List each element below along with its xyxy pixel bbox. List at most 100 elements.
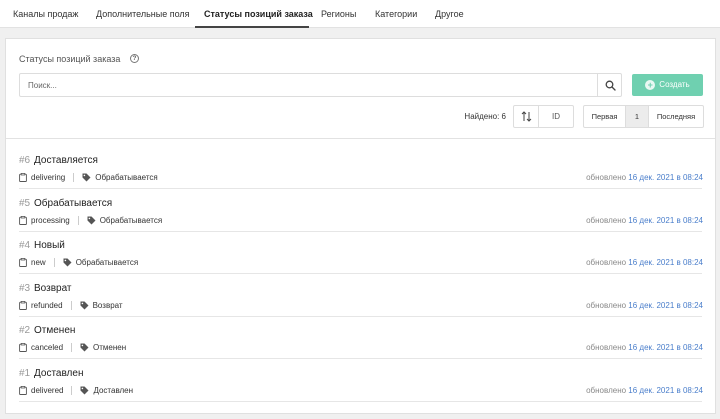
create-button-label: Создать (659, 80, 690, 89)
status-id: #3 (19, 282, 31, 294)
status-id: #5 (19, 197, 31, 209)
status-id: #2 (19, 325, 31, 336)
tab-regions[interactable]: Регионы (321, 0, 356, 28)
status-group: Возврат (92, 300, 123, 310)
meta-separator (77, 215, 79, 225)
plus-circle-icon: + (645, 80, 656, 90)
tag-icon (80, 343, 89, 352)
meta-separator (53, 258, 55, 267)
found-count: Найдено: 6 (464, 112, 506, 121)
status-row[interactable]: #3 Возврат refunded Возврат обновлено 16 дек… (6, 275, 715, 317)
meta-separator (70, 300, 72, 310)
question-circle-icon[interactable]: ? (130, 54, 139, 63)
status-row[interactable]: #1 Доставлен delivered Доставлен обновлено 1… (6, 360, 715, 402)
tab-additional-fields[interactable]: Дополнительные поля (96, 0, 190, 28)
status-name[interactable]: Новый (34, 240, 65, 251)
status-updated: обновлено 16 дек. 2021 в 08:24 (586, 258, 703, 267)
page-first-button[interactable]: Первая (584, 106, 626, 127)
meta-separator (71, 385, 73, 395)
status-meta: new Обрабатывается (19, 258, 138, 267)
clipboard-icon (19, 173, 27, 182)
updated-date: 16 дек. 2021 в 08:24 (628, 300, 703, 310)
status-row[interactable]: #6 Доставляется delivering Обрабатывается об… (6, 147, 715, 189)
status-id: #6 (19, 155, 31, 166)
sort-field-select[interactable]: ID (539, 106, 573, 127)
updated-date: 16 дек. 2021 в 08:24 (628, 258, 703, 267)
updated-prefix: обновлено (586, 300, 627, 310)
status-name[interactable]: Отменен (34, 325, 75, 336)
status-meta: refunded Возврат (19, 300, 123, 310)
updated-prefix: обновлено (586, 215, 627, 225)
status-updated: обновлено 16 дек. 2021 в 08:24 (586, 386, 703, 395)
status-code: canceled (31, 343, 64, 352)
search-button[interactable] (597, 73, 622, 97)
clipboard-icon (19, 300, 27, 310)
status-group: Отменен (93, 343, 127, 352)
tag-icon (82, 173, 91, 182)
page-last-button[interactable]: Последняя (649, 106, 703, 127)
page-current[interactable]: 1 (626, 106, 649, 127)
status-row[interactable]: #5 Обрабатывается processing Обрабатывается… (6, 190, 715, 232)
status-updated: обновлено 16 дек. 2021 в 08:24 (586, 216, 703, 225)
row-separator (19, 400, 702, 402)
status-group: Обрабатывается (95, 173, 158, 182)
status-group: Обрабатывается (99, 215, 163, 225)
tabs-bar: Каналы продаж Дополнительные поля Статус… (0, 0, 720, 28)
updated-date: 16 дек. 2021 в 08:24 (628, 173, 703, 182)
status-meta: canceled Отменен (19, 343, 126, 352)
status-name[interactable]: Доставляется (34, 155, 98, 166)
meta-separator (71, 343, 73, 352)
status-updated: обновлено 16 дек. 2021 в 08:24 (586, 343, 703, 352)
clipboard-icon (19, 215, 27, 225)
status-code: refunded (31, 300, 63, 310)
status-row[interactable]: #4 Новый new Обрабатывается обновлено 16 дек… (6, 232, 715, 274)
pagination: Первая 1 Последняя (583, 105, 704, 128)
updated-prefix: обновлено (586, 343, 627, 352)
tag-icon (80, 301, 89, 309)
status-code: processing (31, 215, 70, 225)
status-name[interactable]: Обрабатывается (34, 198, 112, 209)
search-icon (605, 80, 616, 91)
tab-categories[interactable]: Категории (375, 0, 417, 28)
status-meta: delivered Доставлен (19, 385, 134, 395)
sort-direction-button[interactable] (514, 106, 539, 127)
status-name[interactable]: Доставлен (34, 368, 83, 379)
clipboard-icon (19, 385, 27, 395)
meta-separator (73, 173, 75, 182)
updated-date: 16 дек. 2021 в 08:24 (628, 343, 703, 352)
status-id: #1 (19, 367, 31, 379)
section-title: Статусы позиций заказа (19, 54, 121, 64)
tab-sales-channels[interactable]: Каналы продаж (13, 0, 78, 28)
create-button[interactable]: + Создать (632, 74, 703, 96)
updated-prefix: обновлено (586, 258, 627, 267)
updated-date: 16 дек. 2021 в 08:24 (628, 385, 703, 395)
status-code: new (31, 258, 46, 267)
statuses-panel: Статусы позиций заказа ? +Создать Найден… (5, 38, 716, 414)
status-meta: delivering Обрабатывается (19, 173, 158, 182)
status-updated: обновлено 16 дек. 2021 в 08:24 (586, 173, 703, 182)
status-row[interactable]: #2 Отменен canceled Отменен обновлено 16 дек… (6, 317, 715, 359)
sort-icon (521, 111, 532, 122)
updated-prefix: обновлено (586, 385, 627, 395)
clipboard-icon (19, 258, 27, 267)
status-group: Доставлен (93, 385, 134, 395)
status-updated: обновлено 16 дек. 2021 в 08:24 (586, 301, 703, 310)
status-name[interactable]: Возврат (34, 283, 72, 294)
divider (6, 138, 715, 139)
status-code: delivered (31, 385, 64, 395)
clipboard-icon (19, 343, 27, 352)
sort-control: ID (513, 105, 574, 128)
status-code: delivering (31, 173, 66, 182)
search-input[interactable] (19, 73, 598, 97)
tag-icon (87, 216, 96, 224)
tab-order-item-statuses[interactable]: Статусы позиций заказа (204, 0, 313, 28)
updated-prefix: обновлено (586, 173, 627, 182)
status-group: Обрабатывается (75, 258, 139, 267)
tag-icon (80, 386, 89, 394)
tab-other[interactable]: Другое (435, 0, 464, 28)
updated-date: 16 дек. 2021 в 08:24 (628, 215, 703, 225)
status-id: #4 (19, 240, 31, 251)
status-meta: processing Обрабатывается (19, 215, 163, 225)
active-tab-indicator (195, 26, 309, 28)
tag-icon (63, 258, 72, 267)
